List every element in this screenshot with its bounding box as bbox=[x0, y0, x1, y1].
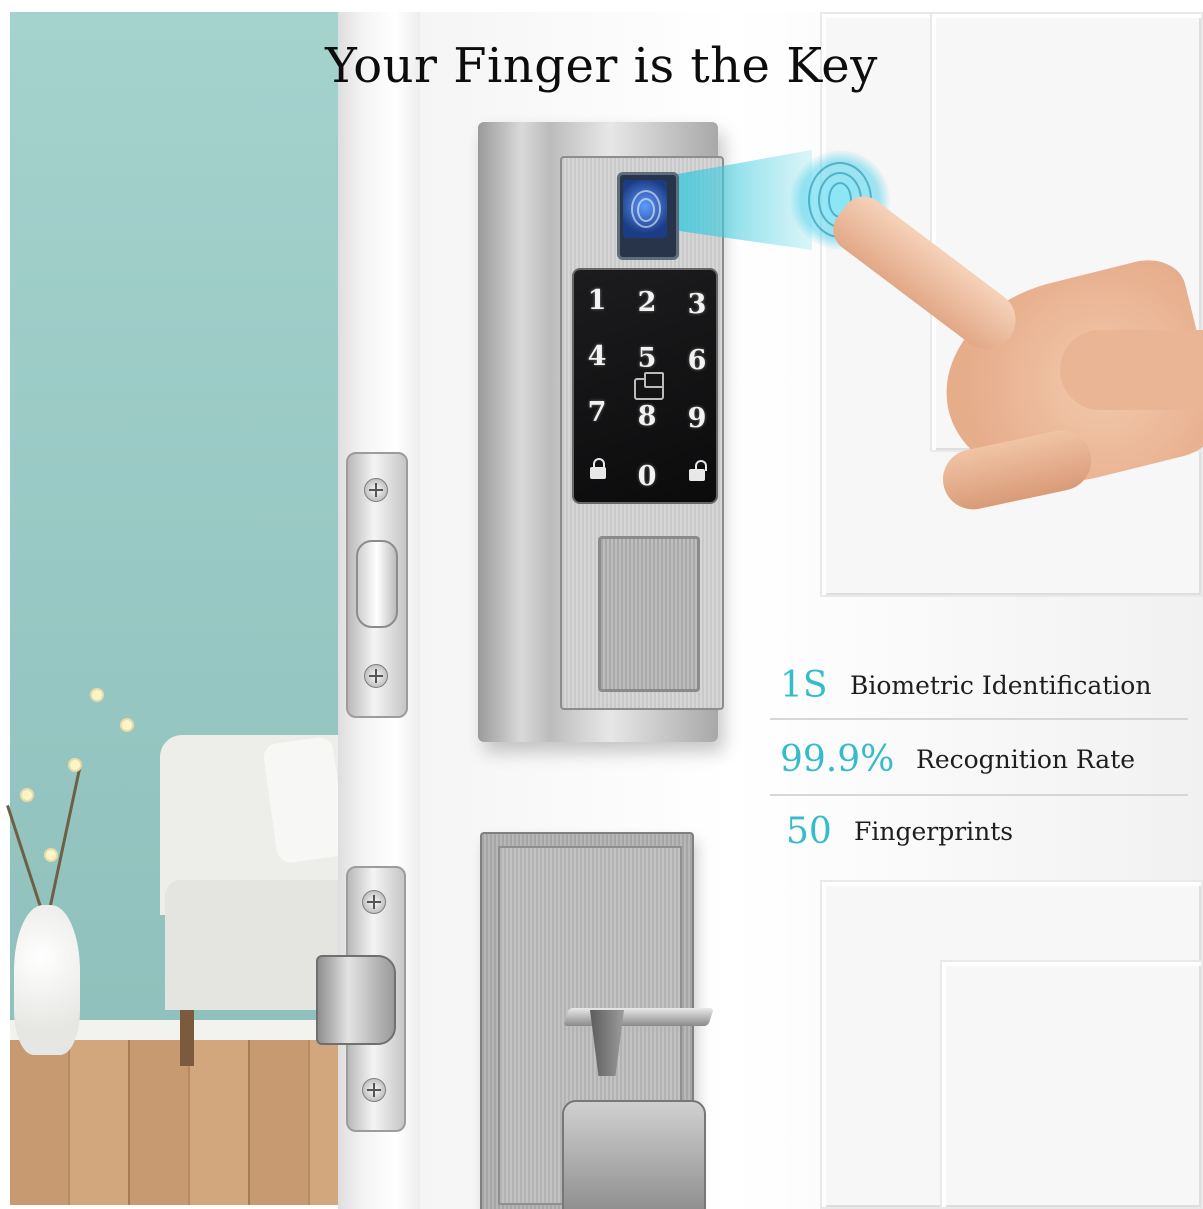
flower-bloom bbox=[46, 850, 56, 860]
feature-label: Fingerprints bbox=[854, 817, 1014, 846]
padlock-icon[interactable] bbox=[590, 458, 606, 479]
deadbolt-hole bbox=[356, 540, 398, 628]
product-image: 1 2 3 4 5 6 7 8 9 0 Your Finger is the K… bbox=[0, 0, 1203, 1209]
key-7[interactable]: 7 bbox=[582, 396, 612, 430]
padlock-icon[interactable] bbox=[689, 460, 707, 481]
headline: Your Finger is the Key bbox=[325, 38, 878, 94]
key-0[interactable]: 0 bbox=[632, 460, 662, 494]
key-1[interactable]: 1 bbox=[582, 284, 612, 318]
lock-handle-block bbox=[598, 536, 700, 692]
card-icon bbox=[634, 372, 664, 400]
padlock-body bbox=[689, 469, 705, 481]
key-5[interactable]: 5 bbox=[632, 342, 662, 376]
feature-label: Biometric Identification bbox=[850, 671, 1152, 700]
fingerprint-ridge bbox=[637, 198, 655, 222]
key-9[interactable]: 9 bbox=[682, 402, 712, 436]
feature-value: 50 bbox=[786, 811, 832, 852]
key-4[interactable]: 4 bbox=[582, 340, 612, 374]
feature-value: 1S bbox=[780, 665, 828, 706]
key-2[interactable]: 2 bbox=[632, 286, 662, 320]
screw-icon bbox=[364, 664, 388, 688]
key-6[interactable]: 6 bbox=[682, 344, 712, 378]
latch-bolt bbox=[316, 955, 396, 1045]
feature-row: 99.9% Recognition Rate bbox=[772, 730, 1188, 790]
feature-label: Recognition Rate bbox=[916, 745, 1136, 774]
key-3[interactable]: 3 bbox=[682, 288, 712, 322]
feature-row: 50 Fingerprints bbox=[772, 802, 1188, 862]
flower-bloom bbox=[92, 690, 102, 700]
flower-bloom bbox=[22, 790, 32, 800]
feature-value: 99.9% bbox=[780, 739, 895, 780]
key-8[interactable]: 8 bbox=[632, 400, 662, 434]
feature-divider bbox=[770, 718, 1188, 720]
door-handle bbox=[562, 1100, 706, 1209]
flower-bloom bbox=[70, 760, 80, 770]
door-panel-lower-inner bbox=[940, 960, 1203, 1209]
flower-bloom bbox=[122, 720, 132, 730]
padlock-body bbox=[590, 467, 606, 479]
sofa-leg bbox=[180, 1010, 194, 1066]
feature-divider bbox=[770, 794, 1188, 796]
screw-icon bbox=[362, 890, 386, 914]
screw-icon bbox=[362, 1078, 386, 1102]
feature-row: 1S Biometric Identification bbox=[772, 656, 1188, 716]
screw-icon bbox=[364, 478, 388, 502]
hand-knuckles bbox=[1060, 330, 1203, 410]
thumb-lever bbox=[563, 1008, 714, 1026]
vase bbox=[14, 905, 80, 1055]
